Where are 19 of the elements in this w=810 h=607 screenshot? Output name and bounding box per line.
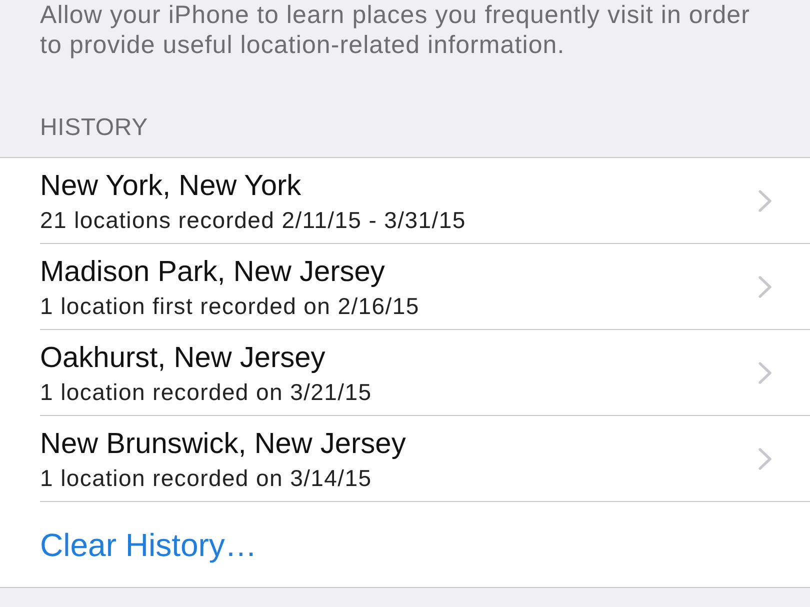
clear-history-button[interactable]: Clear History… [0,502,810,587]
place-name: New Brunswick, New Jersey [40,428,406,460]
history-row[interactable]: New Brunswick, New Jersey 1 location recorded on 3/14/15 [0,416,810,502]
location-detail: 1 location first recorded on 2/16/15 [40,292,420,320]
location-detail: 1 location recorded on 3/14/15 [40,464,372,492]
history-row[interactable]: New York, New York 21 locations recorded 2/11/15 - 3/31/15 [0,158,810,244]
chevron-right-icon [758,276,772,298]
chevron-right-icon [758,190,772,212]
location-detail: 1 location recorded on 3/21/15 [40,378,372,406]
section-header: HISTORY [40,114,148,142]
chevron-right-icon [758,362,772,384]
location-detail: 21 locations recorded 2/11/15 - 3/31/15 [40,206,466,234]
description-text: Allow your iPhone to learn places you frequently visit in order to provide useful location-related information. [39,0,752,60]
place-name: New York, New York [40,170,302,202]
chevron-right-icon [758,448,772,470]
history-row[interactable]: Madison Park, New Jersey 1 location first recorded on 2/16/15 [0,244,810,330]
place-name: Madison Park, New Jersey [40,256,385,288]
history-row[interactable]: Oakhurst, New Jersey 1 location recorded on 3/21/15 [0,330,810,416]
place-name: Oakhurst, New Jersey [40,342,326,374]
